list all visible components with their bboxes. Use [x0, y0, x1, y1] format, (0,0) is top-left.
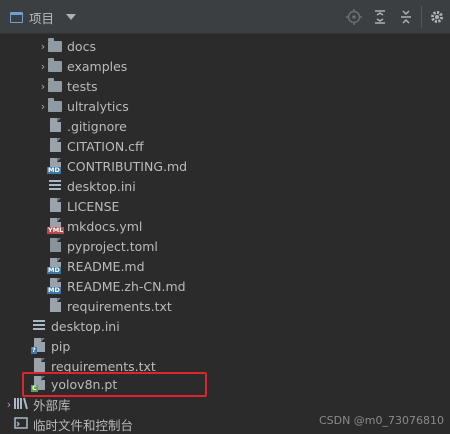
- tree-item-label: README.md: [67, 258, 145, 274]
- file-icon: [48, 118, 63, 134]
- yaml-file-icon: YML: [47, 218, 65, 234]
- tree-item-label: 临时文件和控制台: [33, 417, 134, 433]
- tree-item[interactable]: › examples: [38, 56, 127, 76]
- tree-item[interactable]: requirements.txt: [38, 296, 172, 316]
- chevron-right-icon[interactable]: ›: [38, 100, 48, 113]
- tree-item[interactable]: ? pip: [22, 336, 70, 356]
- toolbar-divider: [421, 6, 422, 28]
- tree-item[interactable]: desktop.ini: [38, 176, 136, 196]
- external-libraries-icon: [14, 396, 29, 412]
- tree-item[interactable]: .gitignore: [38, 116, 127, 136]
- tree-item[interactable]: MD README.zh-CN.md: [38, 276, 186, 296]
- file-icon: [48, 198, 63, 214]
- tree-item[interactable]: MD CONTRIBUTING.md: [38, 156, 187, 176]
- toml-file-icon: [48, 238, 63, 254]
- tree-item-label: mkdocs.yml: [67, 218, 143, 234]
- locate-icon[interactable]: [341, 0, 367, 34]
- file-icon: [48, 138, 63, 154]
- chevron-right-icon[interactable]: ›: [38, 80, 48, 93]
- tree-item-label: requirements.txt: [67, 298, 172, 314]
- folder-icon: [48, 98, 63, 114]
- settings-file-icon: [48, 178, 63, 194]
- folder-icon: [48, 38, 63, 54]
- tree-item-label: CITATION.cff: [67, 138, 144, 154]
- markdown-file-icon: MD: [47, 158, 63, 174]
- tree-item-label: 外部库: [33, 397, 71, 413]
- tree-item[interactable]: LICENSE: [38, 196, 119, 216]
- tree-item-label: README.zh-CN.md: [67, 278, 186, 294]
- folder-icon: [48, 78, 63, 94]
- tree-item-label: tests: [67, 78, 98, 94]
- tree-item-label: ultralytics: [67, 98, 129, 114]
- markdown-file-icon: MD: [47, 278, 63, 294]
- tree-item-label: CONTRIBUTING.md: [67, 158, 188, 174]
- tree-item-label: desktop.ini: [67, 178, 136, 194]
- tree-item[interactable]: pyproject.toml: [38, 236, 158, 256]
- selection-highlight-box: [22, 372, 207, 397]
- expand-all-icon[interactable]: [367, 0, 393, 34]
- collapse-all-icon[interactable]: [393, 0, 419, 34]
- project-icon: [10, 11, 23, 23]
- chevron-right-icon[interactable]: ›: [38, 40, 48, 53]
- tree-item[interactable]: CITATION.cff: [38, 136, 144, 156]
- tree-item-label: docs: [67, 38, 96, 54]
- project-view-selector[interactable]: 项目: [10, 0, 77, 34]
- watermark: CSDN @m0_73076810: [318, 414, 444, 427]
- scratches-icon: [14, 416, 29, 432]
- tree-item[interactable]: 临时文件和控制台: [4, 414, 133, 434]
- tree-item-label: LICENSE: [67, 198, 120, 214]
- tree-item[interactable]: › ultralytics: [38, 96, 129, 116]
- chevron-right-icon[interactable]: ›: [4, 398, 14, 411]
- pip-file-icon: ?: [31, 338, 47, 354]
- text-file-icon: [48, 298, 63, 314]
- tree-item[interactable]: › tests: [38, 76, 98, 96]
- markdown-file-icon: MD: [47, 258, 63, 274]
- tree-item[interactable]: MD README.md: [38, 256, 145, 276]
- tree-item[interactable]: YML mkdocs.yml: [38, 216, 142, 236]
- tree-item[interactable]: desktop.ini: [22, 316, 120, 336]
- tree-item-label: desktop.ini: [51, 318, 120, 334]
- tree-item-label: pyproject.toml: [67, 238, 158, 254]
- tree-item-label: examples: [67, 58, 128, 74]
- chevron-down-icon[interactable]: [66, 14, 77, 20]
- project-view-title: 项目: [29, 10, 55, 26]
- settings-file-icon: [32, 318, 47, 334]
- tree-item[interactable]: › docs: [38, 36, 96, 56]
- tree-item[interactable]: › 外部库: [4, 394, 71, 414]
- tree-item-label: pip: [51, 338, 71, 354]
- folder-icon: [48, 58, 63, 74]
- gear-icon[interactable]: [424, 0, 450, 34]
- tree-item-label: .gitignore: [67, 118, 127, 134]
- chevron-right-icon[interactable]: ›: [38, 60, 48, 73]
- project-toolbar: 项目: [0, 0, 450, 34]
